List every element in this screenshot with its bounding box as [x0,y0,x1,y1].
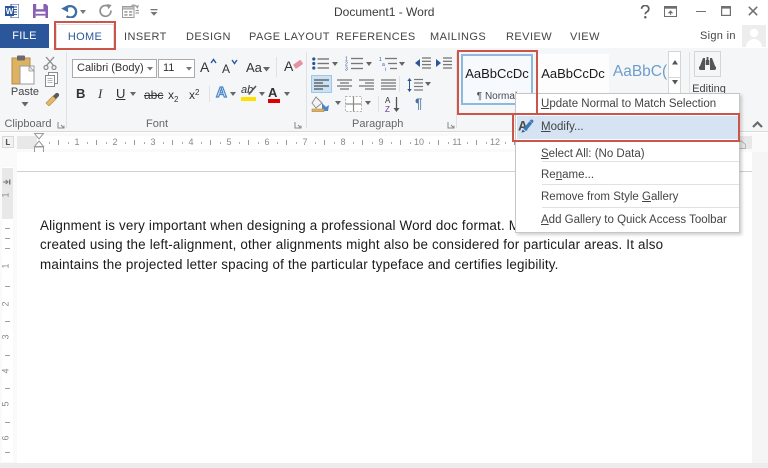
svg-text:3: 3 [345,67,348,72]
svg-text:A: A [385,96,391,105]
svg-text:W: W [6,7,14,16]
svg-text:Z: Z [385,105,390,112]
svg-text:i: i [385,67,386,71]
